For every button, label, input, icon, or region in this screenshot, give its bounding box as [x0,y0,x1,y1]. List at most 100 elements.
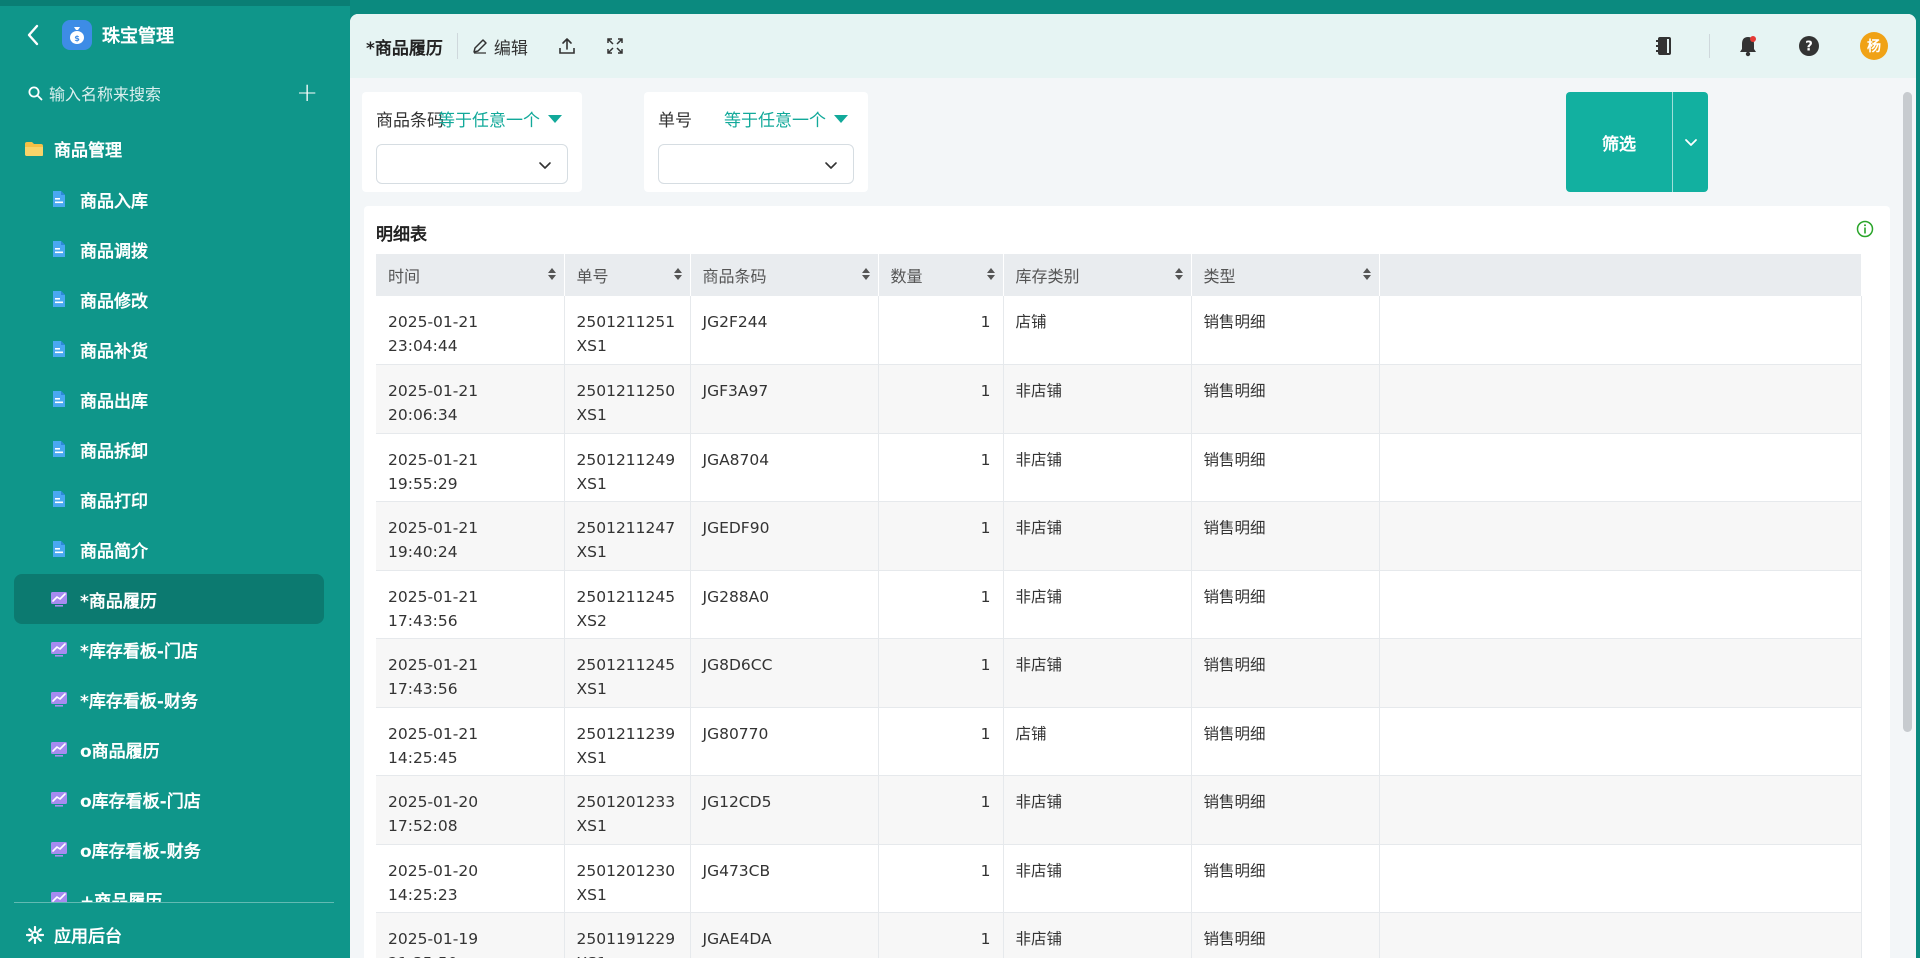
help-icon[interactable]: ? [1798,35,1820,57]
table-row[interactable]: 2025-01-21 23:04:44 2501211251XS1 JG2F244 1… [376,296,1862,365]
table-cell: 非店铺 [1003,912,1192,958]
sort-icon[interactable] [861,268,870,280]
sort-icon[interactable] [673,268,682,280]
fullscreen-icon[interactable] [606,37,624,55]
scrollbar[interactable] [1902,78,1912,958]
info-icon[interactable] [1856,220,1874,238]
pencil-icon [473,39,487,54]
column-header-label: 数量 [890,267,923,286]
sort-icon[interactable] [547,268,556,280]
sidebar-item-label: *商品履历 [80,591,157,612]
sidebar-item[interactable]: +商品履历 [14,874,324,902]
table-cell: JG8D6CC [690,638,879,708]
sidebar-item[interactable]: *库存看板-财务 [14,674,324,724]
table-cell: 2025-01-19 21:35:50 [376,912,565,958]
table-cell: 销售明细 [1191,775,1380,845]
table-cell: 2501211251XS1 [564,296,691,365]
svg-text:$: $ [74,34,80,43]
filter-options-dropdown[interactable] [1673,92,1708,192]
filter-order-number: 单号 等于任意一个 [644,92,868,192]
sidebar-item[interactable]: 商品修改 [14,274,324,324]
table-cell-filler [1379,707,1862,776]
share-icon[interactable] [558,37,576,55]
table-row[interactable]: 2025-01-21 14:25:45 2501211239XS1 JG80770 1… [376,707,1862,776]
table-row[interactable]: 2025-01-21 17:43:56 2501211245XS1 JG8D6CC 1… [376,638,1862,708]
table-cell: JGEDF90 [690,501,879,571]
filter-label: 单号 [658,111,692,131]
table-row[interactable]: 2025-01-21 19:40:24 2501211247XS1 JGEDF90 1… [376,501,1862,571]
main-panel: *商品履历 编辑 ? 杨 商品条码 等于任意一个 单号 等于任意一个 筛选 明细… [350,14,1916,958]
filter-operator-dropdown[interactable]: 等于任意一个 [724,106,848,131]
sidebar-item[interactable]: 商品拆卸 [14,424,324,474]
table-cell: JG473CB [690,844,879,913]
sidebar-item[interactable]: o库存看板-门店 [14,774,324,824]
table-row[interactable]: 2025-01-20 17:52:08 2501201233XS1 JG12CD5 1… [376,775,1862,845]
sidebar-item[interactable]: o库存看板-财务 [14,824,324,874]
table-cell: 销售明细 [1191,638,1380,708]
notification-bell-icon[interactable] [1738,35,1758,57]
user-avatar[interactable]: 杨 [1860,32,1888,60]
table-cell: 非店铺 [1003,775,1192,845]
table-row[interactable]: 2025-01-19 21:35:502501191229XS1JGAE4DA1… [376,912,1862,958]
column-header[interactable]: 类型 [1191,254,1380,296]
column-header-filler [1379,254,1862,296]
notebook-icon[interactable] [1655,36,1673,56]
sidebar-item[interactable]: o商品履历 [14,724,324,774]
table-cell-filler [1379,364,1862,434]
table-title: 明细表 [376,225,427,245]
filter-operator-dropdown[interactable]: 等于任意一个 [438,106,562,131]
filter-value-select[interactable] [658,144,854,184]
search-input[interactable]: 输入名称来搜索 [49,81,296,105]
table-cell: 2025-01-20 17:52:08 [376,775,565,845]
add-icon[interactable]: + [296,80,318,106]
sidebar-item[interactable]: 商品补货 [14,324,324,374]
edit-button[interactable]: 编辑 [472,34,528,59]
column-header[interactable]: 商品条码 [690,254,879,296]
sort-icon[interactable] [1362,268,1371,280]
folder-product-management[interactable]: 商品管理 [24,136,122,161]
table-cell: 非店铺 [1003,638,1192,708]
sidebar-item[interactable]: 商品简介 [14,524,324,574]
column-header[interactable]: 数量 [878,254,1004,296]
filter-value-select[interactable] [376,144,568,184]
table-cell-filler [1379,638,1862,708]
column-header[interactable]: 单号 [564,254,691,296]
table-cell: JGF3A97 [690,364,879,434]
table-cell: 店铺 [1003,707,1192,776]
column-header[interactable]: 时间 [376,254,565,296]
back-arrow-icon[interactable] [22,24,44,46]
table-cell: JG288A0 [690,570,879,639]
sidebar-item[interactable]: 商品打印 [14,474,324,524]
document-icon [50,240,68,258]
table-cell: JG12CD5 [690,775,879,845]
table-cell: 1 [878,844,1004,913]
table-cell: 1 [878,296,1004,365]
sort-icon[interactable] [1174,268,1183,280]
filter-button-group: 筛选 [1566,92,1708,192]
app-backend-link[interactable]: 应用后台 [26,922,122,947]
scrollbar-thumb[interactable] [1903,92,1912,732]
sidebar-item[interactable]: 商品入库 [14,174,324,224]
sidebar-item[interactable]: *商品履历 [14,574,324,624]
table-row[interactable]: 2025-01-20 14:25:23 2501201230XS1 JG473CB 1… [376,844,1862,913]
table-row[interactable]: 2025-01-21 19:55:29 2501211249XS1 JGA8704 1… [376,433,1862,502]
table-cell: 非店铺 [1003,433,1192,502]
table-cell: 销售明细 [1191,296,1380,365]
filter-button[interactable]: 筛选 [1566,92,1672,192]
document-icon [50,490,68,508]
table-cell: 店铺 [1003,296,1192,365]
sidebar-item[interactable]: 商品出库 [14,374,324,424]
column-header[interactable]: 库存类别 [1003,254,1192,296]
sidebar-item-label: +商品履历 [80,891,163,903]
sidebar-item-label: 商品修改 [80,291,148,312]
sidebar-item[interactable]: 商品调拨 [14,224,324,274]
table-row[interactable]: 2025-01-21 17:43:56 2501211245XS2 JG288A0 1… [376,570,1862,639]
sidebar-item[interactable]: *库存看板-门店 [14,624,324,674]
sort-icon[interactable] [986,268,995,280]
table-row[interactable]: 2025-01-21 20:06:34 2501211250XS1 JGF3A97 1… [376,364,1862,434]
caret-down-icon [834,114,848,123]
table-cell: 非店铺 [1003,364,1192,434]
folder-label: 商品管理 [54,141,122,161]
sidebar-search[interactable]: 输入名称来搜索 + [28,80,318,106]
caret-down-icon [548,114,562,123]
